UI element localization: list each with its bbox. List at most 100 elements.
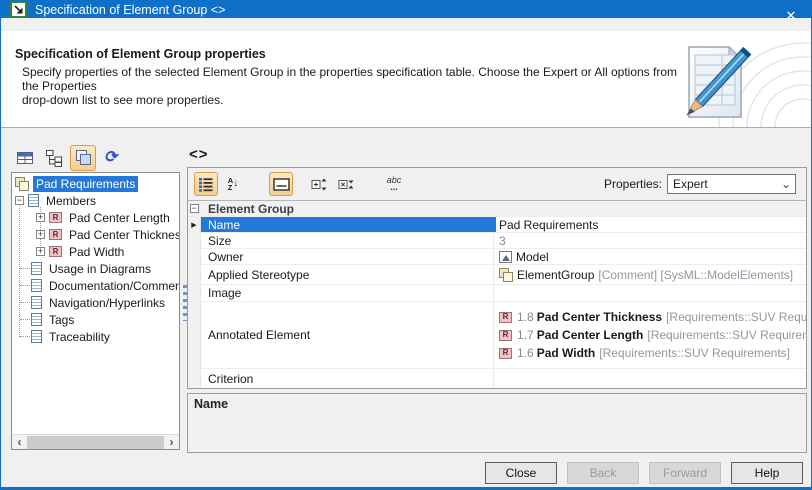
property-row-name[interactable]: ▶ Name Pad Requirements xyxy=(188,217,806,233)
property-value-text: Pad Requirements xyxy=(499,218,598,232)
property-value[interactable]: ElementGroup [Comment] [SysML::ModelElem… xyxy=(493,265,806,284)
requirement-number: 1.7 xyxy=(517,328,534,342)
tree-item-members[interactable]: − Members xyxy=(12,192,179,209)
element-tree[interactable]: Pad Requirements − Members + R Pad Cente… xyxy=(11,172,180,450)
property-value[interactable]: 3 xyxy=(493,233,806,248)
tree-item-usage-in-diagrams[interactable]: Usage in Diagrams xyxy=(12,260,179,277)
group-header-element-group[interactable]: − Element Group xyxy=(188,201,806,217)
close-button[interactable]: Close xyxy=(485,462,557,484)
tree-item-navigation-hyperlinks[interactable]: Navigation/Hyperlinks xyxy=(12,294,179,311)
back-button[interactable]: Back xyxy=(567,462,639,484)
row-gutter xyxy=(188,265,201,284)
element-group-icon xyxy=(499,268,513,281)
tree-item-label: Documentation/Comments xyxy=(46,278,180,294)
property-description-title: Name xyxy=(194,397,800,411)
document-icon xyxy=(28,194,39,207)
switch-view-button[interactable] xyxy=(70,145,96,171)
expand-all-icon xyxy=(311,177,328,192)
tree-horizontal-scrollbar[interactable]: ‹ › xyxy=(12,434,179,449)
tree-item-label: Pad Width xyxy=(66,244,127,260)
group-header-label: Element Group xyxy=(201,201,294,216)
row-gutter xyxy=(188,285,201,301)
expand-box-icon[interactable]: + xyxy=(36,230,45,239)
tree-item-label: Usage in Diagrams xyxy=(46,261,154,277)
requirement-icon: R xyxy=(49,246,62,257)
categorized-view-button[interactable] xyxy=(194,172,218,196)
property-row-criterion[interactable]: Criterion xyxy=(188,369,806,388)
document-icon xyxy=(31,262,42,275)
tree-connector xyxy=(20,285,30,286)
scroll-right-icon[interactable]: › xyxy=(164,436,179,449)
tree-item-label: Navigation/Hyperlinks xyxy=(46,295,168,311)
property-row-image[interactable]: Image xyxy=(188,285,806,302)
element-name-label: <> xyxy=(189,146,209,163)
requirement-number: 1.8 xyxy=(517,310,534,324)
properties-mode-select[interactable]: Expert ⌄ xyxy=(667,174,796,194)
property-value[interactable]: Pad Requirements xyxy=(493,217,806,232)
tree-item-label: Pad Center Thickness xyxy=(66,227,180,243)
tree-item-pad-center-length[interactable]: + R Pad Center Length xyxy=(12,209,179,226)
property-value-text: Model xyxy=(516,250,549,264)
property-row-applied-stereotype[interactable]: Applied Stereotype ElementGroup [Comment… xyxy=(188,265,806,285)
tree-item-label: Traceability xyxy=(46,329,113,345)
annotated-element-item[interactable]: R 1.6 Pad Width [Requirements::SUV Requi… xyxy=(499,344,806,362)
spreadsheet-icon xyxy=(16,150,34,166)
collapse-box-icon[interactable]: − xyxy=(190,204,199,213)
expand-box-icon[interactable]: + xyxy=(36,247,45,256)
collapse-box-icon[interactable]: − xyxy=(15,196,24,205)
refresh-button[interactable]: ⟳ xyxy=(99,145,125,171)
property-value[interactable] xyxy=(493,369,806,388)
annotated-element-item[interactable]: R 1.7 Pad Center Length [Requirements::S… xyxy=(499,326,806,344)
tree-item-documentation-comments[interactable]: Documentation/Comments xyxy=(12,277,179,294)
tree-view-button[interactable] xyxy=(41,145,67,171)
property-row-owner[interactable]: Owner Model xyxy=(188,249,806,265)
customize-button[interactable]: abc... xyxy=(382,172,406,196)
document-icon xyxy=(31,330,42,343)
properties-panel: AZ ↓ xyxy=(187,167,807,389)
requirement-name: Pad Width xyxy=(537,346,596,360)
property-row-size[interactable]: Size 3 xyxy=(188,233,806,249)
collapse-all-button[interactable] xyxy=(334,172,358,196)
properties-table: − Element Group ▶ Name Pad Requirements … xyxy=(188,201,806,388)
requirement-icon: R xyxy=(499,348,512,359)
tree-item-pad-center-thickness[interactable]: + R Pad Center Thickness xyxy=(12,226,179,243)
help-button[interactable]: Help xyxy=(731,462,803,484)
sort-alphabetically-button[interactable]: AZ ↓ xyxy=(221,172,245,196)
grid-view-button[interactable] xyxy=(12,145,38,171)
expand-all-button[interactable] xyxy=(307,172,331,196)
properties-mode-label: Properties: xyxy=(604,177,662,191)
tree-item-pad-width[interactable]: + R Pad Width xyxy=(12,243,179,260)
show-description-button[interactable] xyxy=(269,172,293,196)
page-description-line1: Specify properties of the selected Eleme… xyxy=(22,65,682,93)
model-icon xyxy=(499,251,512,263)
tree-item-label: Pad Requirements xyxy=(33,176,138,192)
element-group-icon xyxy=(15,177,29,190)
tree-connector xyxy=(20,268,30,269)
tree-item-traceability[interactable]: Traceability xyxy=(12,328,179,345)
requirement-icon: R xyxy=(49,229,62,240)
collapse-all-icon xyxy=(338,177,355,192)
forward-button[interactable]: Forward xyxy=(649,462,721,484)
property-value[interactable]: Model xyxy=(493,249,806,264)
scrollbar-thumb[interactable] xyxy=(27,436,164,449)
property-value[interactable] xyxy=(493,285,806,301)
document-pencil-icon xyxy=(651,41,811,127)
requirement-path: [Requirements::SUV Requiremen xyxy=(666,310,806,324)
property-row-annotated-element[interactable]: Annotated Element R 1.8 Pad Center Thick… xyxy=(188,302,806,369)
sort-alpha-icon: AZ ↓ xyxy=(228,177,238,192)
requirement-name: Pad Center Thickness xyxy=(537,310,662,324)
property-label: Applied Stereotype xyxy=(201,265,493,284)
property-value[interactable]: R 1.8 Pad Center Thickness [Requirements… xyxy=(493,302,806,368)
annotated-element-item[interactable]: R 1.8 Pad Center Thickness [Requirements… xyxy=(499,308,806,326)
tree-item-tags[interactable]: Tags xyxy=(12,311,179,328)
tree-item-pad-requirements[interactable]: Pad Requirements xyxy=(12,175,179,192)
close-icon[interactable]: ✕ xyxy=(771,1,811,31)
scroll-left-icon[interactable]: ‹ xyxy=(12,436,27,449)
property-value-text: ElementGroup xyxy=(517,268,594,282)
page-title: Specification of Element Group propertie… xyxy=(15,47,266,61)
expand-box-icon[interactable]: + xyxy=(36,213,45,222)
document-icon xyxy=(31,279,42,292)
requirement-number: 1.6 xyxy=(517,346,534,360)
title-bar[interactable]: Specification of Element Group <> ✕ xyxy=(1,1,811,18)
property-label: Name xyxy=(201,217,493,232)
